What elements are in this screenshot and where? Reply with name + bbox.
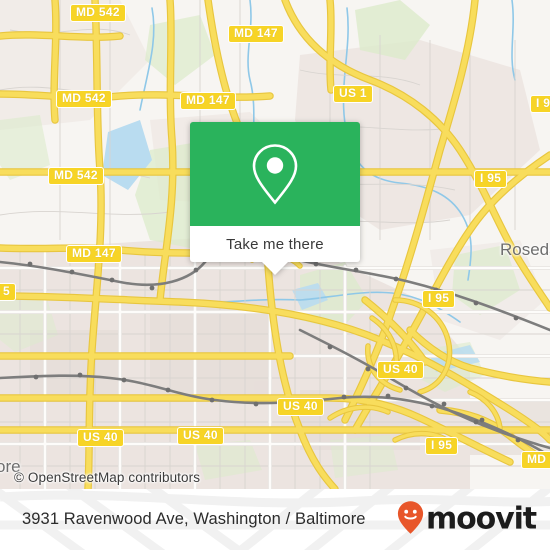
moovit-smiley-pin-icon [397, 500, 424, 539]
road-shield: US 1 [333, 85, 373, 103]
moovit-wordmark: moovit [425, 501, 537, 537]
address-label: 3931 Ravenwood Ave, Washington / Baltimo… [22, 510, 366, 528]
road-shield: I 95 [530, 95, 550, 113]
road-shield: 5 [0, 283, 16, 301]
location-popup[interactable]: Take me there [190, 122, 360, 275]
road-shield: MD 542 [70, 4, 126, 22]
map-canvas[interactable]: .rdC{stroke:#e8c63f;fill:none;stroke-lin… [0, 0, 550, 489]
take-me-there-button[interactable]: Take me there [190, 226, 360, 262]
moovit-logo[interactable]: moovit [397, 500, 537, 539]
footer-bar: 3931 Ravenwood Ave, Washington / Baltimo… [0, 489, 550, 550]
road-shield: US 40 [377, 361, 424, 379]
road-shield: US 40 [177, 427, 224, 445]
road-shield: MD 542 [56, 90, 112, 108]
map-pin-icon [250, 142, 300, 206]
road-shield: I 95 [425, 437, 459, 455]
road-shield: I 95 [422, 290, 456, 308]
road-shield: MD 147 [228, 25, 284, 43]
road-shield: US 40 [277, 398, 324, 416]
place-label: Roseda [500, 240, 550, 259]
road-shield: US 40 [77, 429, 124, 447]
moovit-map-screen: .rdC{stroke:#e8c63f;fill:none;stroke-lin… [0, 0, 550, 550]
popup-pointer [262, 262, 288, 275]
road-shield: MD 147 [180, 92, 236, 110]
road-shield: MD 147 [66, 245, 122, 263]
popup-header [190, 122, 360, 226]
road-shield: MD 542 [48, 167, 104, 185]
road-shield: MD 1 [521, 451, 550, 469]
road-shield: I 95 [474, 170, 508, 188]
osm-attribution[interactable]: © OpenStreetMap contributors [14, 470, 200, 485]
